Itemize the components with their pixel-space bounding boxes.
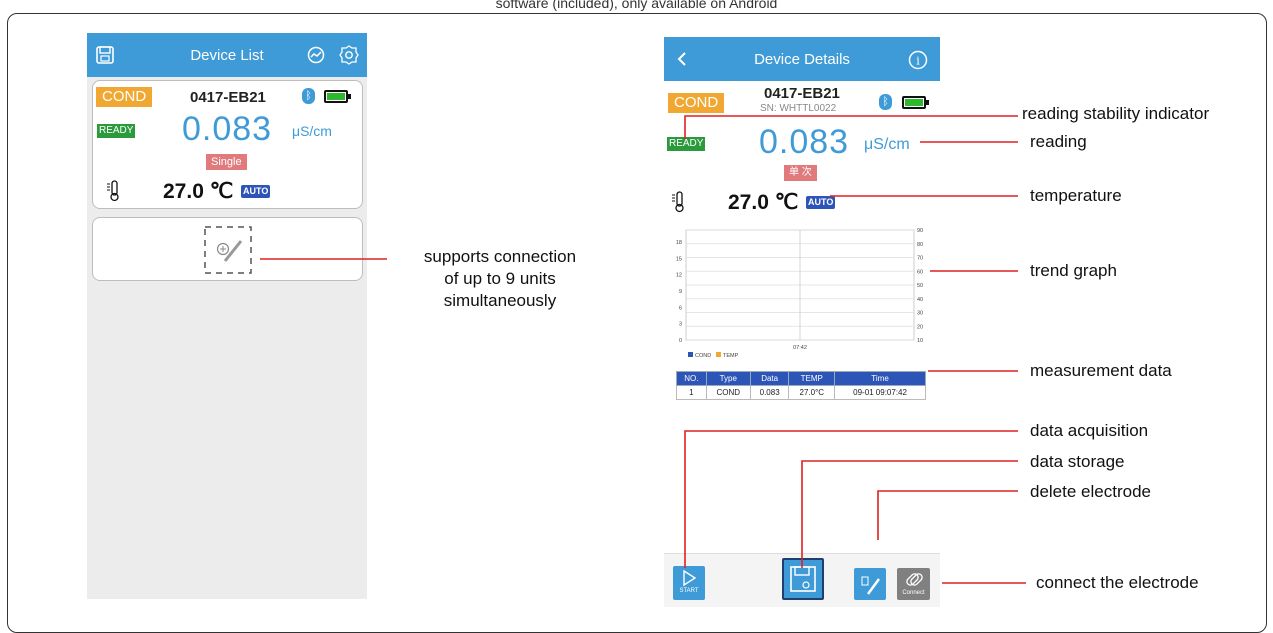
annotation-measurement: measurement data (1030, 361, 1172, 380)
annotation-trend: trend graph (1030, 261, 1117, 280)
stability-line (684, 115, 1018, 139)
annotation-supports: supports connection of up to 9 units sim… (423, 247, 577, 310)
annotation-stability: reading stability indicator (1022, 104, 1210, 123)
annotation-reading: reading (1030, 132, 1087, 151)
storage-line (801, 460, 1018, 568)
annotation-delete: delete electrode (1030, 482, 1151, 501)
delete-line (877, 490, 1018, 540)
annotation-connect: connect the electrode (1036, 573, 1199, 592)
acquisition-line (684, 430, 1018, 568)
annotation-storage: data storage (1030, 452, 1125, 471)
annotation-lines (260, 115, 1026, 584)
annotation-acquisition: data acquisition (1030, 421, 1149, 440)
annotation-temperature: temperature (1030, 186, 1122, 205)
